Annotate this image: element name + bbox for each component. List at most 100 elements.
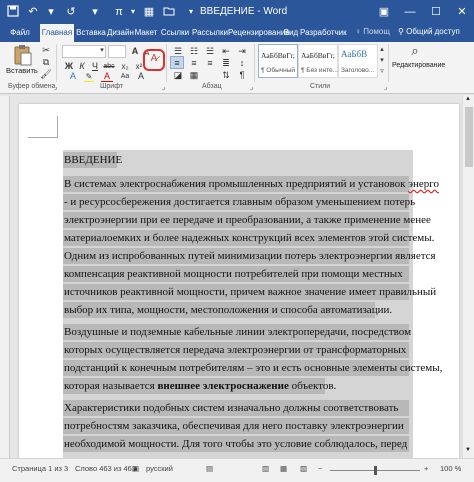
save-icon[interactable] <box>6 5 20 19</box>
scroll-down-icon[interactable]: ▼ <box>465 447 471 453</box>
multilevel-list-icon[interactable]: ☱ <box>204 45 216 57</box>
zoom-in-icon[interactable]: + <box>424 464 428 473</box>
group-launcher-icon[interactable]: ⌟ <box>162 83 165 91</box>
vertical-scrollbar[interactable]: ▲ ▼ <box>462 95 474 458</box>
doc-line-text: которая называется <box>64 380 158 392</box>
cut-icon[interactable]: ✂ <box>40 44 52 56</box>
misspelled-word[interactable]: энерго <box>408 178 439 190</box>
maximize-button[interactable]: ☐ <box>424 0 448 24</box>
justify-icon[interactable]: ≣ <box>220 57 232 69</box>
doc-line[interactable]: материалоемких и более надежных конструк… <box>64 231 434 245</box>
print-layout-icon[interactable]: ▦ <box>280 464 287 473</box>
group-launcher-icon[interactable]: ⌟ <box>250 83 253 91</box>
minimize-button[interactable]: — <box>398 0 422 24</box>
chevron-down-icon[interactable]: ▾ <box>98 45 106 57</box>
doc-line[interactable]: В системах электроснабжения промышленных… <box>64 177 439 191</box>
group-launcher-icon[interactable]: ⌟ <box>54 83 57 91</box>
customize-qat-icon[interactable]: ▾ <box>184 5 198 19</box>
undo-icon[interactable]: ↶ <box>26 5 40 19</box>
doc-line[interactable]: выбор их типа, мощности, местоположения … <box>64 303 392 317</box>
styles-more-icon[interactable]: ▿ <box>378 66 386 78</box>
web-layout-icon[interactable]: ▧ <box>300 464 307 473</box>
redo-icon[interactable]: ↺ <box>64 5 78 19</box>
doc-line[interactable]: - и ресурсосбережения достигается главны… <box>64 195 415 209</box>
pilcrow-icon[interactable]: ¶ <box>236 69 248 81</box>
group-label-clipboard: Буфер обмена <box>8 83 56 90</box>
style-sample: АаБбВ <box>341 49 368 59</box>
group-launcher-icon[interactable]: ⌟ <box>384 83 387 91</box>
doc-line[interactable]: потребностям заказчика, обеспечивая для … <box>64 419 404 433</box>
ribbon-group-labels: Буфер обмена ⌟ Шрифт ⌟ Абзац ⌟ Стили ⌟ <box>0 82 474 94</box>
borders-icon[interactable]: ▦ <box>188 69 200 81</box>
page-count[interactable]: Страница 1 из 3 <box>12 464 68 473</box>
tab-home[interactable]: Главная <box>40 24 74 42</box>
share-button[interactable]: ⚲ Общий доступ <box>398 27 460 36</box>
doc-line[interactable]: подстанций к конечным потребителям – это… <box>64 361 442 375</box>
ribbon-display-options-icon[interactable]: ▣ <box>372 0 396 24</box>
tab-design[interactable]: Дизайн <box>107 24 134 42</box>
vertical-ruler <box>0 96 10 458</box>
scroll-up-icon[interactable]: ▲ <box>465 96 471 102</box>
paste-icon[interactable] <box>12 44 34 66</box>
line-spacing-icon[interactable]: ↕ <box>236 57 248 69</box>
zoom-slider-thumb[interactable] <box>374 466 377 475</box>
doc-line[interactable]: необходимой мощности. Для того чтобы это… <box>64 437 407 451</box>
font-size-combo[interactable] <box>108 45 126 58</box>
tab-view[interactable]: Вид <box>283 24 299 42</box>
doc-line[interactable]: компенсация реактивной мощности потребит… <box>64 267 403 281</box>
tab-file[interactable]: Файл <box>2 24 38 42</box>
tab-mailings[interactable]: Рассылки <box>192 24 228 42</box>
increase-indent-icon[interactable]: ⇥ <box>236 45 248 57</box>
doc-line[interactable]: Воздушные и подземные кабельные линии эл… <box>64 325 411 339</box>
doc-line[interactable]: которая называется внешнее электроснажен… <box>64 379 336 393</box>
word-count[interactable]: Слово 463 из 463 <box>75 464 136 473</box>
style-heading[interactable]: АаБбВ Заголово... <box>338 44 378 78</box>
proofing-icon[interactable]: ▣ <box>132 464 139 473</box>
doc-line-text: В системах электроснабжения промышленных… <box>64 178 439 190</box>
style-no-spacing[interactable]: АаБбВвГг, ¶ Без инте... <box>298 44 338 78</box>
read-mode-icon[interactable]: ▥ <box>262 464 269 473</box>
tell-me-label: Помощ <box>363 27 390 36</box>
tab-layout[interactable]: Макет <box>134 24 158 42</box>
tell-me-search[interactable]: ♀ Помощ <box>355 27 390 36</box>
align-left-icon[interactable]: ≡ <box>171 57 183 69</box>
search-icon[interactable]: ⌕ <box>405 44 425 57</box>
margin-crop-mark <box>28 116 58 138</box>
dropdown-chevron-icon[interactable]: ▾ <box>88 5 102 19</box>
doc-line[interactable]: которых осуществляется передача электроэ… <box>64 343 406 357</box>
macro-icon[interactable]: ▤ <box>206 464 213 473</box>
grid-icon[interactable]: ▦ <box>142 5 156 19</box>
pi-equation-button[interactable]: π <box>112 5 126 19</box>
doc-heading[interactable]: ВВЕДЕНИЕ <box>64 153 122 167</box>
style-sample: АаБбВвГг, <box>261 51 295 60</box>
doc-line[interactable]: Характеристики подобных систем изначальн… <box>64 401 398 415</box>
tab-insert[interactable]: Вставка <box>76 24 106 42</box>
align-right-icon[interactable]: ≡ <box>204 57 216 69</box>
shading-icon[interactable]: ◪ <box>172 69 184 81</box>
ribbon-tabs: Файл Главная Вставка Дизайн Макет Ссылки… <box>0 24 474 42</box>
doc-line[interactable]: Одним из испробованных путей минимизации… <box>64 249 436 263</box>
style-sample: АаБбВвГг, <box>301 51 335 60</box>
folder-icon[interactable] <box>162 5 176 19</box>
numbering-icon[interactable]: ☷ <box>188 45 200 57</box>
copy-icon[interactable]: ⧉ <box>40 56 52 68</box>
sort-icon[interactable]: ⇅ <box>220 69 232 81</box>
dropdown-chevron-icon[interactable]: ▾ <box>126 5 140 19</box>
dropdown-chevron-icon[interactable]: ▾ <box>44 5 58 19</box>
zoom-out-icon[interactable]: − <box>318 464 322 473</box>
decrease-indent-icon[interactable]: ⇤ <box>220 45 232 57</box>
align-center-icon[interactable]: ≡ <box>188 57 200 69</box>
paste-button-label[interactable]: Вставить <box>6 66 38 75</box>
close-button[interactable]: ✕ <box>450 0 474 24</box>
format-painter-icon[interactable]: 🖌 <box>40 68 52 80</box>
style-normal[interactable]: АаБбВвГг, ¶ Обычный <box>258 44 298 78</box>
tab-developer[interactable]: Разработчик <box>300 24 347 42</box>
doc-line[interactable]: источников реактивной мощности, причем в… <box>64 285 436 299</box>
language[interactable]: русский <box>146 464 173 473</box>
zoom-level[interactable]: 100 % <box>440 464 461 473</box>
editing-label[interactable]: Редактирование <box>392 62 445 69</box>
tab-references[interactable]: Ссылки <box>160 24 190 42</box>
doc-line[interactable]: электроэнергии при ее передаче и преобра… <box>64 213 431 227</box>
scrollbar-thumb[interactable] <box>465 107 473 167</box>
tab-review[interactable]: Рецензирование <box>228 24 290 42</box>
